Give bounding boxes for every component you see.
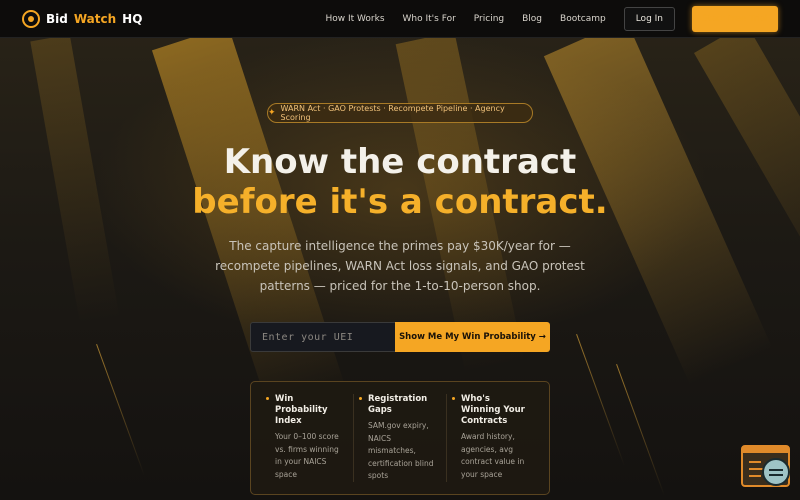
feature-body: Award history, agencies, avg contract va… [461,432,525,479]
target-icon [22,9,40,28]
nav-link-blog[interactable]: Blog [522,14,542,24]
chat-launcher-icon[interactable] [762,458,790,486]
brand-name-part1: Bid [46,11,68,26]
headline-line2: before it's a contract. [192,182,608,222]
headline-line1: Know the contract [223,142,577,182]
chat-widget-line [749,475,761,477]
uei-input[interactable] [250,322,395,352]
win-probability-button[interactable]: Show Me My Win Probability → [395,322,550,352]
chat-widget-line [749,461,761,463]
feature-pill: ✦ WARN Act · GAO Protests · Recompete Pi… [267,103,533,123]
feature-card-win-probability: Win Probability Index Your 0–100 score v… [261,394,353,482]
feature-card-registration-gaps: Registration Gaps SAM.gov expiry, NAICS … [353,394,446,482]
light-streak [576,334,625,466]
feature-title: Who's Winning Your Contracts [461,394,525,426]
brand-name-part2: Watch [73,11,117,26]
nav-links: How It Works Who It's For Pricing Blog B… [326,14,606,24]
bullet-icon [266,397,269,400]
start-trial-button[interactable]: Start Free Trial [692,5,778,32]
subheadline: The capture intelligence the primes pay … [215,239,585,293]
pill-text: WARN Act · GAO Protests · Recompete Pipe… [280,104,505,122]
chat-widget-bar [743,447,788,453]
nav-link-pricing[interactable]: Pricing [474,14,504,24]
feature-body: Your 0–100 score vs. firms winning in yo… [275,432,339,479]
feature-title: Registration Gaps [368,394,428,415]
feature-body: SAM.gov expiry, NAICS mismatches, certif… [368,421,434,480]
nav-link-who-its-for[interactable]: Who It's For [403,14,456,24]
nav-link-bootcamp[interactable]: Bootcamp [560,14,606,24]
uei-form: Show Me My Win Probability → [250,322,550,352]
light-ray [30,34,154,500]
feature-cards: Win Probability Index Your 0–100 score v… [250,381,550,495]
sparkle-icon: ✦ [268,108,276,118]
feature-card-whos-winning: Who's Winning Your Contracts Award histo… [446,394,539,482]
nav-link-how-it-works[interactable]: How It Works [326,14,385,24]
brand-name-part3: HQ [122,11,143,26]
login-button[interactable]: Log In [623,6,675,31]
brand-logo[interactable]: Bid Watch HQ [22,9,143,28]
light-streak [616,364,665,496]
bullet-icon [359,397,362,400]
feature-title: Win Probability Index [275,394,328,426]
bullet-icon [452,397,455,400]
top-nav: Bid Watch HQ How It Works Who It's For P… [0,0,800,38]
